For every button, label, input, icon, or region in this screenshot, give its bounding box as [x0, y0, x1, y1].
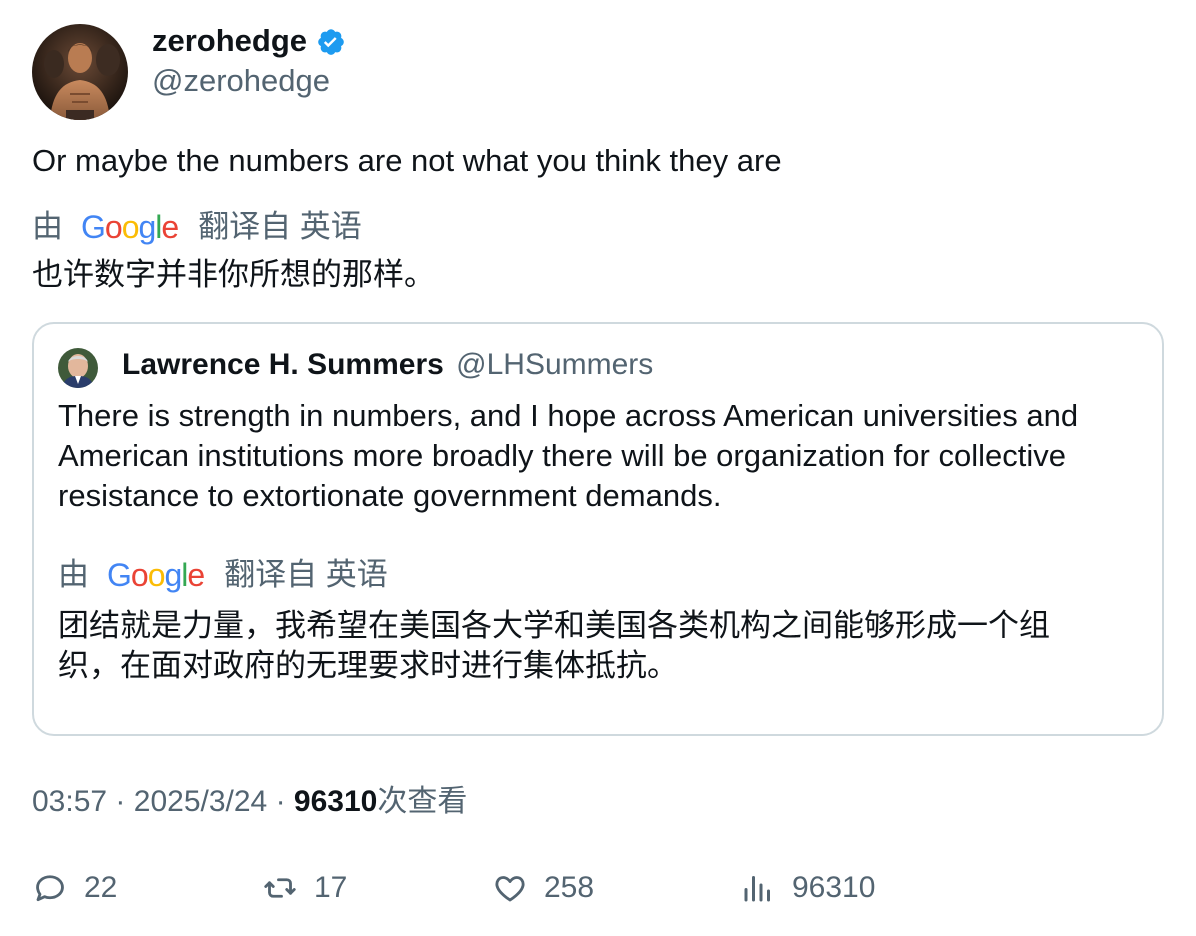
tweet-text: Or maybe the numbers are not what you th…: [32, 143, 782, 178]
translation-source-lang: 翻译自 英语: [198, 209, 362, 244]
like-count: 258: [544, 871, 595, 904]
quoted-tweet-card[interactable]: Lawrence H. Summers @LHSummers There is …: [32, 322, 1164, 736]
views-button[interactable]: 96310: [740, 868, 875, 908]
quoted-tweet-text: There is strength in numbers, and I hope…: [58, 398, 1079, 513]
google-logo: Google: [107, 557, 205, 593]
author-name[interactable]: zerohedge: [152, 22, 307, 60]
retweet-button[interactable]: 17: [262, 868, 347, 908]
author-avatar[interactable]: [32, 24, 128, 120]
quoted-author-name[interactable]: Lawrence H. Summers: [122, 348, 444, 381]
quoted-translation-attribution[interactable]: 由 Google 翻译自 英语: [58, 556, 388, 594]
translation-attribution[interactable]: 由 Google 翻译自 英语: [32, 208, 362, 246]
meta-separator: ·: [275, 785, 286, 818]
retweet-icon: [264, 878, 296, 898]
tweet-time[interactable]: 03:57: [32, 785, 107, 818]
reply-count: 22: [84, 871, 118, 904]
retweet-count: 17: [314, 871, 348, 904]
reply-icon: [36, 875, 64, 902]
quoted-author-avatar[interactable]: [58, 348, 98, 388]
author-handle[interactable]: @zerohedge: [152, 62, 330, 100]
author-name-row[interactable]: zerohedge: [152, 22, 346, 60]
translation-by-label: 由: [58, 557, 89, 592]
google-logo: Google: [81, 209, 179, 245]
quoted-translated-text: 团结就是力量，我希望在美国各大学和美国各类机构之间能够形成一个组织，在面对政府的…: [58, 608, 1050, 683]
tweet-translated-text: 也许数字并非你所想的那样。: [32, 257, 435, 292]
translation-by-label: 由: [32, 209, 63, 244]
views-label: 次查看: [377, 785, 468, 818]
quoted-author-row[interactable]: Lawrence H. Summers @LHSummers: [122, 346, 653, 384]
meta-separator: ·: [115, 785, 126, 818]
tweet-date[interactable]: 2025/3/24: [134, 785, 267, 818]
like-icon: [495, 876, 525, 902]
translation-source-lang: 翻译自 英语: [224, 557, 388, 592]
quoted-author-handle[interactable]: @LHSummers: [456, 348, 653, 381]
views-action-count: 96310: [792, 871, 876, 904]
verified-badge-icon: [316, 27, 346, 57]
tweet-page: zerohedge @zerohedge Or maybe the number…: [0, 0, 1196, 936]
views-icon: [744, 876, 770, 902]
tweet-meta: 03:57 · 2025/3/24 · 96310次查看: [32, 782, 467, 822]
like-button[interactable]: 258: [492, 868, 594, 908]
views-count: 96310: [293, 785, 378, 818]
reply-button[interactable]: 22: [32, 868, 117, 908]
